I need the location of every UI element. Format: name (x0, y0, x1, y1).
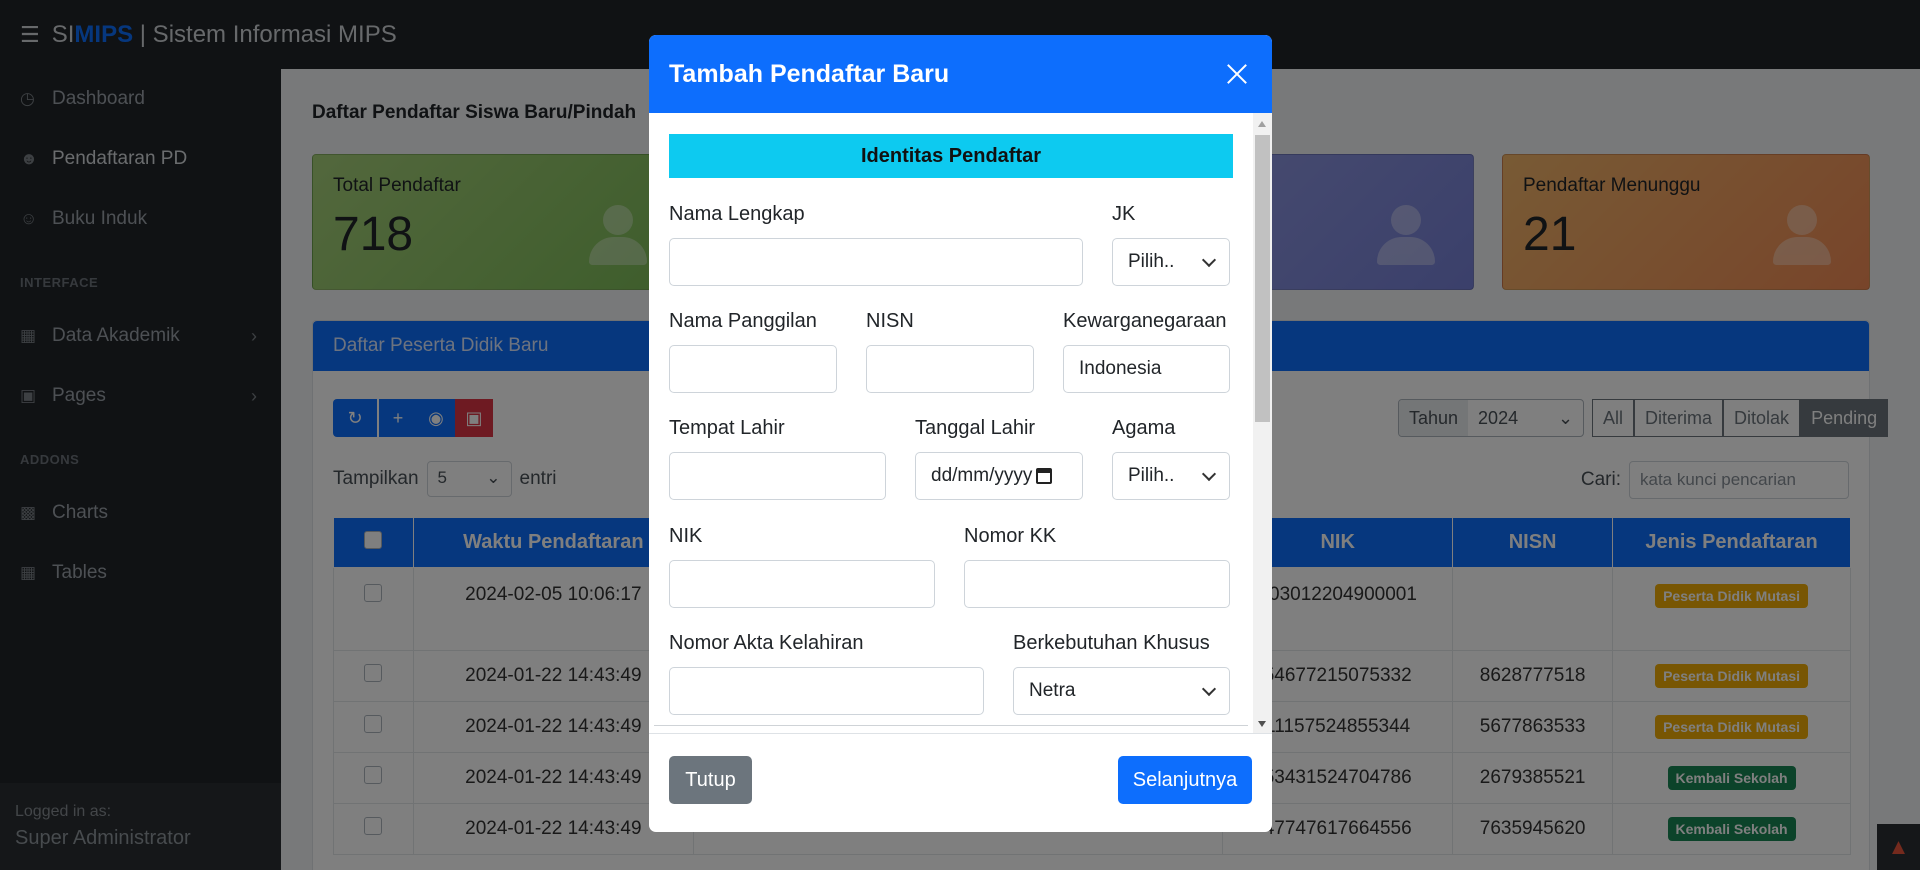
modal-scrollbar[interactable] (1253, 113, 1272, 733)
agama-select-value: Pilih.. (1128, 465, 1175, 486)
nomor-kk-label: Nomor KK (964, 525, 1057, 547)
jk-label: JK (1112, 203, 1136, 225)
nama-panggilan-input[interactable] (669, 345, 837, 393)
selanjutnya-button[interactable]: Selanjutnya (1118, 756, 1252, 804)
modal-body[interactable]: Identitas Pendaftar Nama Lengkap JK Pili… (649, 113, 1253, 733)
nama-panggilan-label: Nama Panggilan (669, 310, 817, 332)
date-placeholder: dd/mm/yyyy (931, 465, 1033, 486)
nik-label: NIK (669, 525, 703, 547)
modal-title: Tambah Pendaftar Baru (669, 59, 950, 88)
agama-label: Agama (1112, 417, 1176, 439)
tanggal-lahir-input[interactable]: dd/mm/yyyy (915, 452, 1083, 500)
nisn-input[interactable] (866, 345, 1034, 393)
jk-select[interactable]: Pilih.. (1112, 238, 1230, 286)
agama-select[interactable]: Pilih.. (1112, 452, 1230, 500)
tutup-button[interactable]: Tutup (669, 756, 752, 804)
section-header-identitas: Identitas Pendaftar (669, 134, 1233, 178)
modal-footer: Tutup Selanjutnya (649, 733, 1272, 832)
calendar-icon[interactable] (1036, 468, 1053, 484)
tempat-lahir-label: Tempat Lahir (669, 417, 785, 439)
divider (654, 725, 1248, 726)
nomor-kk-input[interactable] (964, 560, 1230, 608)
scroll-down-arrow-icon[interactable] (1258, 721, 1266, 727)
nisn-label: NISN (866, 310, 914, 332)
nama-lengkap-label: Nama Lengkap (669, 203, 805, 225)
modal-header: Tambah Pendaftar Baru (649, 35, 1272, 113)
berkebutuhan-khusus-select[interactable]: Netra (1013, 667, 1230, 715)
scroll-up-arrow-icon[interactable] (1258, 121, 1266, 127)
berkebutuhan-khusus-label: Berkebutuhan Khusus (1013, 632, 1210, 654)
tambah-pendaftar-modal: Tambah Pendaftar Baru Identitas Pendafta… (649, 35, 1272, 832)
close-icon[interactable] (1222, 59, 1252, 89)
chevron-down-icon (1201, 252, 1217, 267)
tanggal-lahir-label: Tanggal Lahir (915, 417, 1036, 439)
nomor-akta-input[interactable] (669, 667, 984, 715)
berkebutuhan-khusus-value: Netra (1029, 680, 1076, 701)
kewarganegaraan-label: Kewarganegaraan (1063, 310, 1227, 332)
kewarganegaraan-input[interactable]: Indonesia (1063, 345, 1230, 393)
nama-lengkap-input[interactable] (669, 238, 1083, 286)
jk-select-value: Pilih.. (1128, 251, 1175, 272)
scrollbar-thumb[interactable] (1255, 135, 1270, 422)
chevron-down-icon (1201, 466, 1217, 481)
tempat-lahir-input[interactable] (669, 452, 886, 500)
chevron-down-icon (1201, 681, 1217, 696)
nik-input[interactable] (669, 560, 935, 608)
nomor-akta-label: Nomor Akta Kelahiran (669, 632, 864, 654)
